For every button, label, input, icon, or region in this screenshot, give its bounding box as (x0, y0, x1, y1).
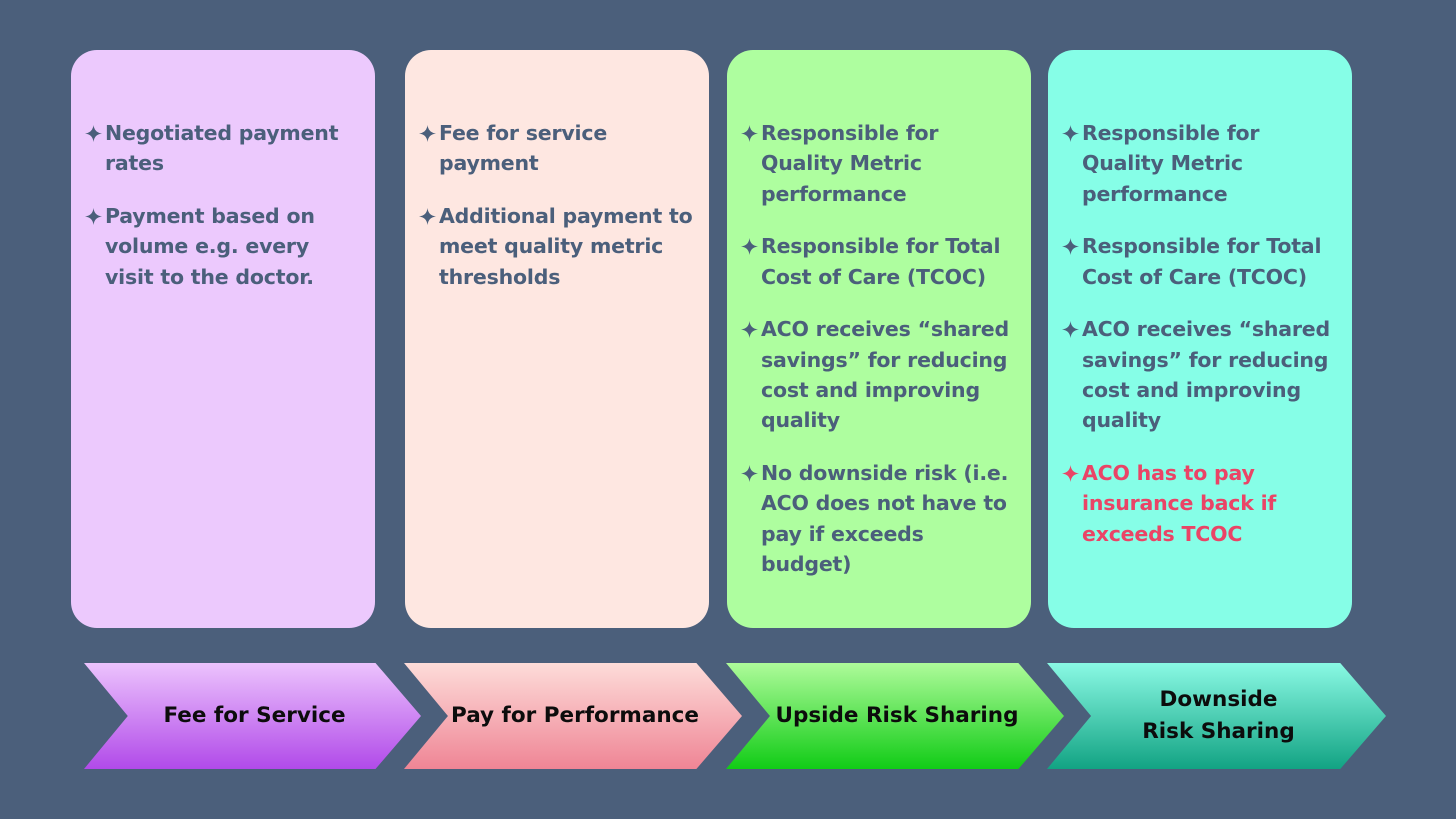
four-point-star-icon (1060, 231, 1080, 256)
four-point-star-icon (417, 118, 437, 142)
bullet-text: ACO receives “shared savings” for reduci… (761, 317, 1009, 433)
stage-label: Upside Risk Sharing (775, 703, 1019, 728)
bullet-text: Payment based on volume e.g. every visit… (105, 204, 315, 289)
bullet-text: Responsible for Quality Metric performan… (1082, 121, 1260, 206)
card-fee-for-service: Negotiated payment rates Payment based o… (71, 50, 375, 628)
stage-chevron-fee-for-service: Fee for Service (84, 663, 421, 769)
bullet-item: Responsible for Total Cost of Care (TCOC… (739, 231, 1017, 292)
bullet-item: No downside risk (i.e. ACO does not have… (739, 458, 1017, 579)
bullet-text: ACO has to pay insurance back if exceeds… (1082, 461, 1277, 546)
four-point-star-icon (739, 118, 759, 142)
stage-chevron-pay-for-performance: Pay for Performance (404, 663, 742, 769)
bullet-text: Responsible for Total Cost of Care (TCOC… (1082, 234, 1322, 289)
bullet-item: Fee for service payment (417, 118, 695, 179)
four-point-star-icon (739, 314, 759, 339)
bullet-item: Responsible for Quality Metric performan… (1060, 118, 1338, 209)
card-upside-risk-sharing: Responsible for Quality Metric performan… (727, 50, 1031, 628)
bullet-item: Responsible for Total Cost of Care (TCOC… (1060, 231, 1338, 292)
four-point-star-icon (1060, 118, 1080, 142)
four-point-star-icon (739, 231, 759, 256)
four-point-star-icon (83, 201, 103, 226)
four-point-star-icon (1060, 458, 1080, 483)
four-point-star-icon (1060, 314, 1080, 339)
four-point-star-icon (739, 458, 759, 483)
stage-chevron-downside-risk-sharing: Downside Risk Sharing (1047, 663, 1386, 769)
bullet-text: No downside risk (i.e. ACO does not have… (761, 461, 1009, 577)
bullet-item: Payment based on volume e.g. every visit… (83, 201, 361, 292)
bullet-item: Negotiated payment rates (83, 118, 361, 179)
bullet-text: Negotiated payment rates (105, 121, 339, 176)
bullet-item-alert: ACO has to pay insurance back if exceeds… (1060, 458, 1338, 549)
card-pay-for-performance: Fee for service payment Additional payme… (405, 50, 709, 628)
stage-chevron-upside-risk-sharing: Upside Risk Sharing (726, 663, 1064, 769)
bullet-item: ACO receives “shared savings” for reduci… (1060, 314, 1338, 435)
four-point-star-icon (83, 118, 103, 142)
bullet-text: Additional payment to meet quality metri… (439, 204, 693, 289)
stage-label: Fee for Service (163, 703, 346, 728)
card-downside-risk-sharing: Responsible for Quality Metric performan… (1048, 50, 1352, 628)
four-point-star-icon (417, 201, 437, 226)
bullet-text: ACO receives “shared savings” for reduci… (1082, 317, 1330, 433)
bullet-text: Fee for service payment (439, 121, 608, 176)
stage-label: Pay for Performance (451, 703, 699, 728)
bullet-item: Additional payment to meet quality metri… (417, 201, 695, 292)
stage-label: Downside Risk Sharing (1142, 687, 1295, 744)
bullet-text: Responsible for Quality Metric performan… (761, 121, 939, 206)
bullet-item: Responsible for Quality Metric performan… (739, 118, 1017, 209)
bullet-text: Responsible for Total Cost of Care (TCOC… (761, 234, 1001, 289)
bullet-item: ACO receives “shared savings” for reduci… (739, 314, 1017, 435)
